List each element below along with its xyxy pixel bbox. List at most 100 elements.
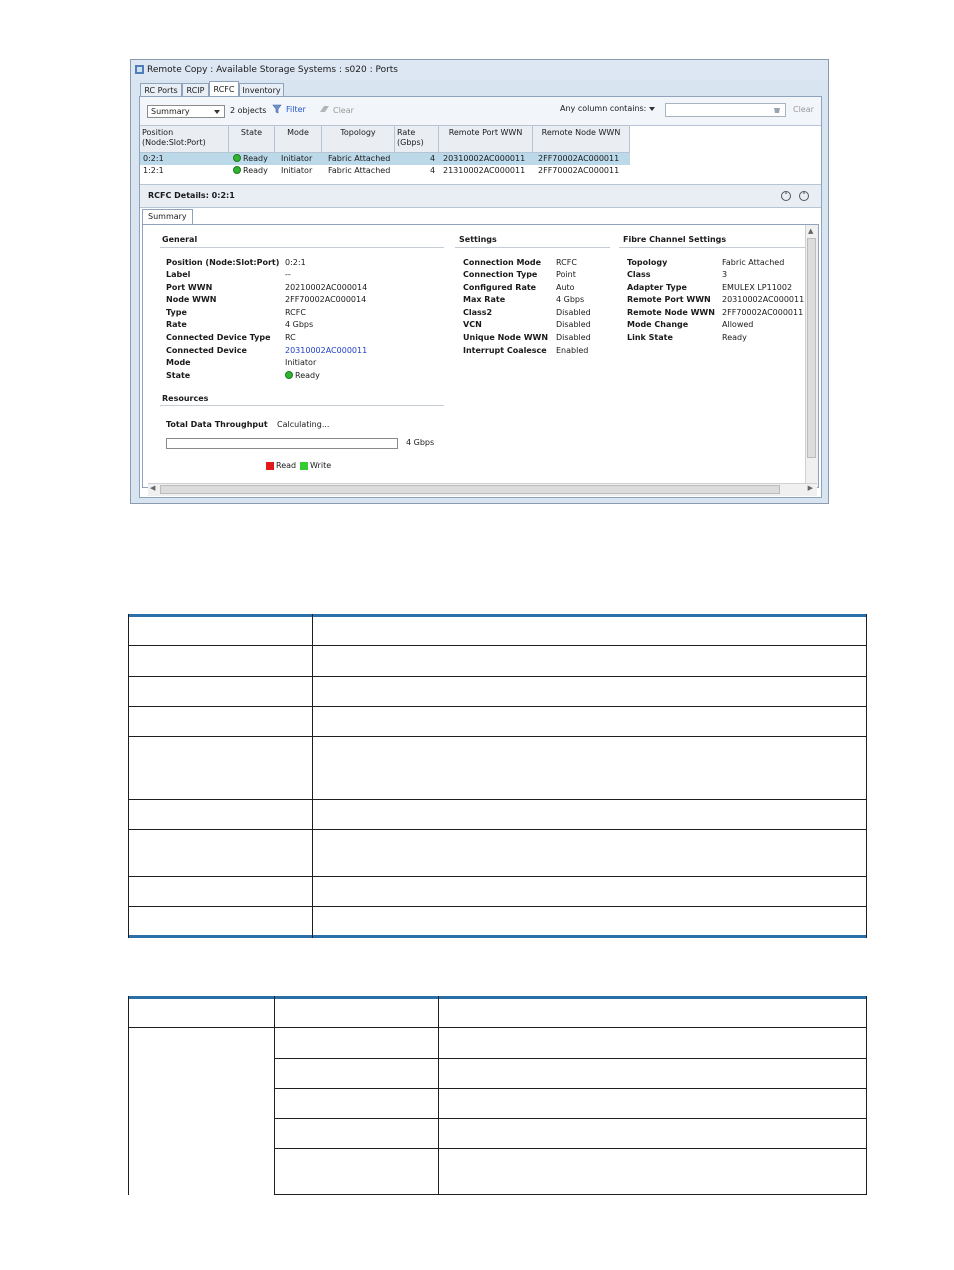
table-column-rule bbox=[438, 996, 439, 1195]
connected-device-link[interactable]: 20310002AC000011 bbox=[285, 346, 367, 355]
window-titlebar: Remote Copy : Available Storage Systems … bbox=[131, 60, 828, 80]
row-state-label: Ready bbox=[243, 166, 268, 175]
search-icon bbox=[774, 108, 780, 113]
resources-heading: Resources bbox=[162, 394, 209, 403]
general-key: State bbox=[166, 371, 191, 380]
row-remote-port-wwn: 21310002AC000011 bbox=[443, 166, 526, 175]
table-row[interactable]: 1:2:1 Ready Initiator Fabric Attached 4 … bbox=[140, 165, 630, 177]
filter-link[interactable]: Filter bbox=[286, 105, 306, 114]
write-legend-swatch bbox=[300, 462, 308, 470]
settings-key: Interrupt Coalesce bbox=[463, 346, 547, 355]
table-rule bbox=[128, 736, 867, 737]
table-rule bbox=[128, 676, 867, 677]
window-title: Remote Copy : Available Storage Systems … bbox=[147, 65, 398, 75]
expand-down-icon[interactable]: ˅ bbox=[799, 191, 809, 201]
divider bbox=[619, 247, 806, 248]
settings-key: Connection Type bbox=[463, 270, 538, 279]
settings-value: Disabled bbox=[556, 308, 591, 317]
object-count: 2 objects bbox=[230, 106, 267, 115]
throughput-value: Calculating... bbox=[277, 420, 330, 429]
row-topology: Fabric Attached bbox=[328, 154, 391, 163]
throughput-label: Total Data Throughput bbox=[166, 420, 268, 429]
fc-key: Adapter Type bbox=[627, 283, 687, 292]
col-rate[interactable]: Rate (Gbps) bbox=[395, 126, 439, 152]
row-remote-node-wwn: 2FF70002AC000011 bbox=[538, 154, 620, 163]
scroll-up-icon[interactable]: ▲ bbox=[808, 227, 813, 235]
general-key: Position (Node:Slot:Port) bbox=[166, 258, 280, 267]
details-header: RCFC Details: 0:2:1 ˄ ˅ bbox=[140, 184, 821, 208]
tab-rcip[interactable]: RCIP bbox=[182, 83, 209, 97]
scroll-left-icon[interactable]: ◀ bbox=[150, 484, 155, 492]
tab-rc-ports[interactable]: RC Ports bbox=[140, 83, 182, 97]
chevron-down-icon bbox=[214, 110, 220, 114]
settings-key: Configured Rate bbox=[463, 283, 537, 292]
fc-settings-heading: Fibre Channel Settings bbox=[623, 235, 727, 244]
row-position: 1:2:1 bbox=[143, 166, 164, 175]
row-state: Ready bbox=[233, 153, 268, 165]
general-key: Node WWN bbox=[166, 295, 217, 304]
view-select[interactable]: Summary bbox=[147, 105, 225, 118]
hscroll-thumb[interactable] bbox=[160, 485, 780, 494]
scroll-right-icon[interactable]: ▶ bbox=[808, 484, 813, 492]
row-topology: Fabric Attached bbox=[328, 166, 391, 175]
col-position[interactable]: Position (Node:Slot:Port) bbox=[140, 126, 229, 152]
collapse-up-icon[interactable]: ˄ bbox=[781, 191, 791, 201]
tab-summary[interactable]: Summary bbox=[142, 209, 193, 224]
settings-key: Class2 bbox=[463, 308, 493, 317]
table-rule bbox=[128, 829, 867, 830]
table-rule bbox=[128, 876, 867, 877]
row-position: 0:2:1 bbox=[143, 154, 164, 163]
fc-key: Class bbox=[627, 270, 651, 279]
ports-icon bbox=[135, 65, 144, 74]
fc-value: 20310002AC000011 bbox=[722, 295, 805, 304]
general-key: Port WWN bbox=[166, 283, 213, 292]
column-chevron-down-icon[interactable] bbox=[649, 107, 655, 111]
write-legend-label: Write bbox=[310, 461, 332, 470]
general-heading: General bbox=[162, 235, 198, 244]
search-clear-button[interactable]: Clear bbox=[793, 105, 814, 114]
settings-value: Point bbox=[556, 270, 576, 279]
vertical-scrollbar[interactable]: ▲ bbox=[805, 225, 818, 487]
row-state: Ready bbox=[233, 165, 268, 177]
col-remote-node-wwn[interactable]: Remote Node WWN bbox=[533, 126, 630, 152]
general-value: RCFC bbox=[285, 308, 306, 317]
fc-key: Link State bbox=[627, 333, 673, 342]
table-right-rule bbox=[866, 996, 867, 1195]
row-state-label: Ready bbox=[243, 154, 268, 163]
horizontal-scrollbar[interactable]: ◀ ▶ bbox=[148, 483, 817, 496]
table-bottom-rule bbox=[128, 935, 867, 938]
clear-filter-button[interactable]: Clear bbox=[333, 106, 354, 115]
table-right-rule bbox=[866, 614, 867, 938]
search-input[interactable] bbox=[665, 103, 786, 117]
scroll-thumb[interactable] bbox=[807, 238, 816, 458]
settings-value: Auto bbox=[556, 283, 575, 292]
col-topology[interactable]: Topology bbox=[322, 126, 395, 152]
general-value: 0:2:1 bbox=[285, 258, 306, 267]
read-legend-label: Read bbox=[276, 461, 297, 470]
table-rule bbox=[128, 906, 867, 907]
settings-key: VCN bbox=[463, 320, 482, 329]
rcfc-panel: Summary 2 objects Filter Clear Any colum… bbox=[139, 96, 822, 498]
status-ok-icon bbox=[233, 166, 241, 174]
table-column-rule bbox=[312, 614, 313, 938]
read-legend-swatch bbox=[266, 462, 274, 470]
throughput-bar bbox=[166, 438, 398, 449]
tab-inventory[interactable]: Inventory bbox=[239, 83, 284, 97]
settings-key: Unique Node WWN bbox=[463, 333, 549, 342]
divider bbox=[160, 247, 444, 248]
general-key: Rate bbox=[166, 320, 187, 329]
table-top-rule bbox=[128, 996, 867, 999]
settings-value: RCFC bbox=[556, 258, 577, 267]
general-value: 4 Gbps bbox=[285, 320, 314, 329]
table-row[interactable]: 0:2:1 Ready Initiator Fabric Attached 4 … bbox=[140, 153, 630, 165]
col-mode[interactable]: Mode bbox=[275, 126, 322, 152]
fc-key: Mode Change bbox=[627, 320, 689, 329]
fc-value: EMULEX LP11002 bbox=[722, 283, 793, 292]
fc-key: Topology bbox=[627, 258, 668, 267]
settings-key: Connection Mode bbox=[463, 258, 542, 267]
col-remote-port-wwn[interactable]: Remote Port WWN bbox=[439, 126, 533, 152]
throughput-max: 4 Gbps bbox=[406, 438, 435, 447]
fc-value: Fabric Attached bbox=[722, 258, 785, 267]
col-state[interactable]: State bbox=[229, 126, 275, 152]
fc-value: 3 bbox=[722, 270, 728, 279]
